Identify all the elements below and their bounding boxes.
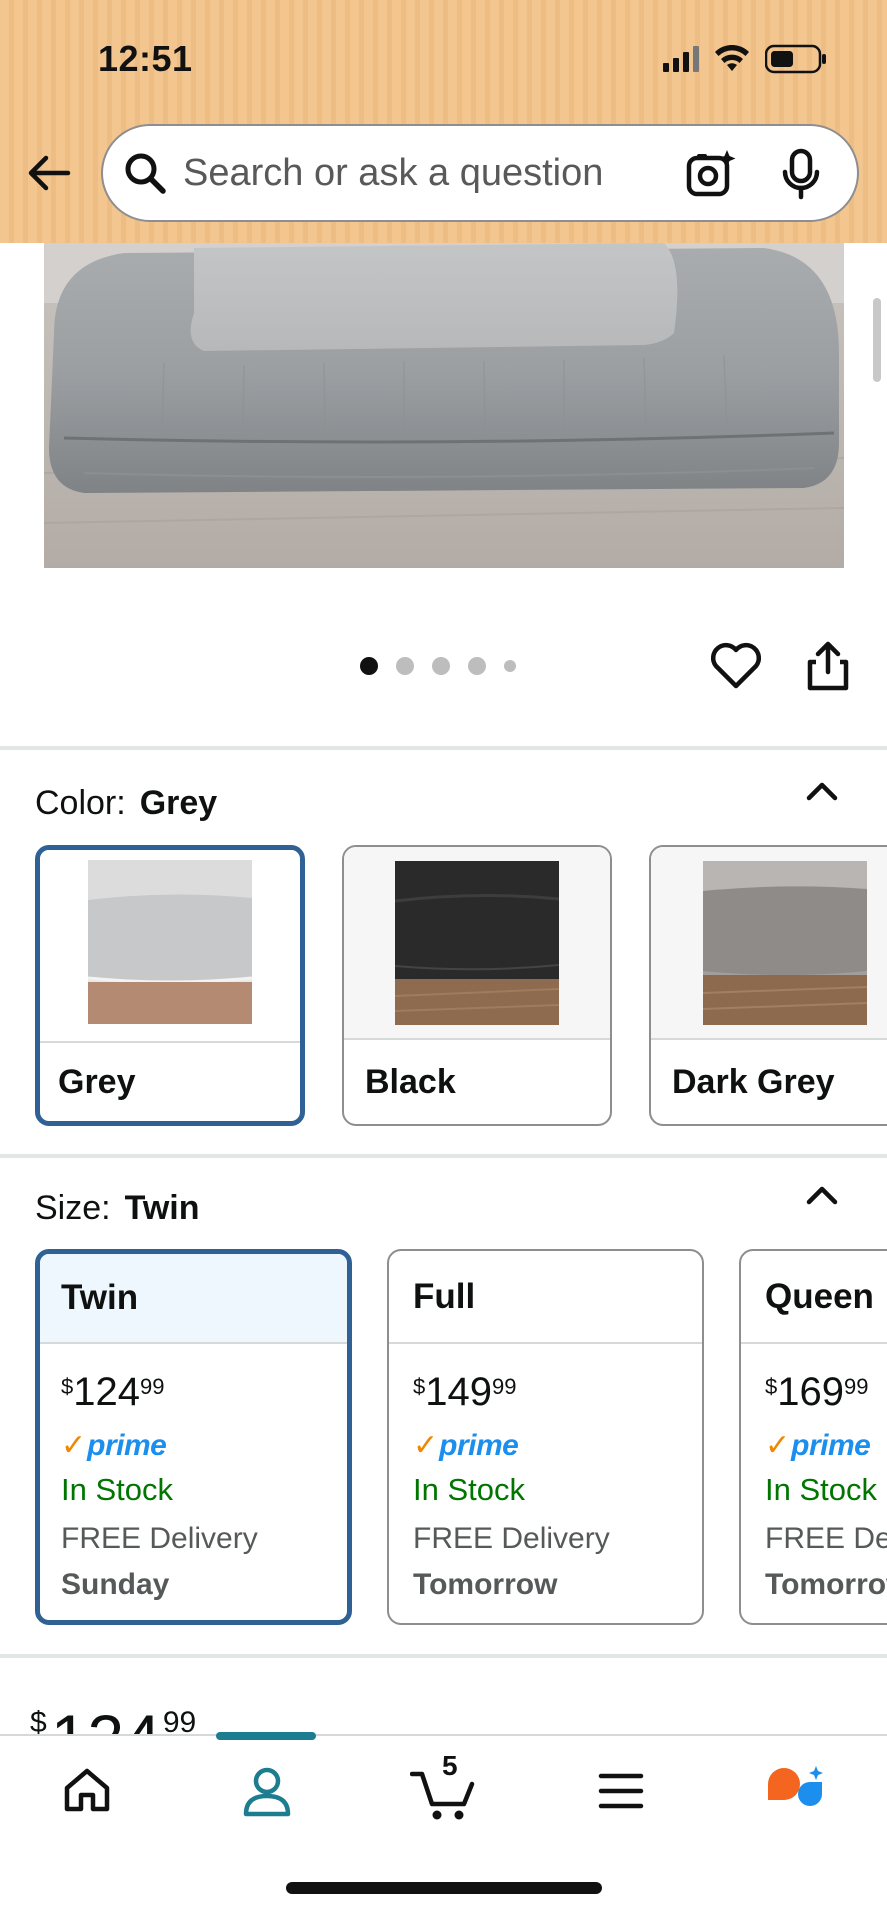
product-image[interactable] [44,243,844,568]
prime-badge: ✓ prime [61,1429,347,1462]
price-fraction: 99 [844,1374,869,1399]
prime-label: prime [87,1429,167,1462]
carousel-dot[interactable] [360,657,378,675]
swatch-thumbnail [703,861,867,1025]
header: 12:51 [0,0,887,243]
camera-lens-icon[interactable] [685,148,737,200]
prime-label: prime [439,1429,519,1462]
delivery-text: FREE Delivery [413,1522,610,1555]
carousel-dot[interactable] [504,660,516,672]
home-indicator[interactable] [286,1882,602,1894]
delivery-day: Tomorrow [765,1568,887,1601]
cart-button[interactable]: 5 [410,1750,480,1824]
price-whole: 124 [73,1370,140,1414]
swatch-thumbnail [88,860,252,1024]
size-option-price: $149 99 [413,1370,702,1420]
size-option-price: $124 99 [61,1370,347,1420]
price-currency: $ [413,1374,426,1399]
size-option-name: Full [389,1251,702,1344]
swatch-image-area [651,847,887,1040]
carousel-dot[interactable] [468,657,486,675]
stock-status: In Stock [765,1472,877,1507]
status-time: 12:51 [98,38,193,79]
swatch-image-area [344,847,610,1040]
search-bar[interactable] [101,124,859,222]
wifi-icon [715,45,749,71]
color-swatch-grey[interactable]: Grey [35,845,305,1126]
section-divider [0,1154,887,1158]
account-icon[interactable] [242,1766,292,1818]
selected-size-value: Twin [124,1189,200,1227]
size-option-name: Twin [40,1254,347,1344]
delivery-day: Sunday [61,1568,170,1601]
swatch-image-area [40,850,300,1043]
battery-icon [765,44,826,74]
size-option-name: Queen [741,1251,887,1344]
chevron-up-icon[interactable] [804,776,840,806]
swatch-label: Grey [58,1063,136,1101]
cart-count-badge: 5 [442,1750,458,1781]
back-arrow-icon[interactable] [24,148,74,198]
prime-check-icon: ✓ [413,1429,439,1462]
price-whole: 169 [777,1370,844,1414]
color-section-title: Color: Grey [35,784,217,823]
section-divider [0,746,887,750]
stock-status: In Stock [61,1472,173,1507]
swatch-thumbnail [395,861,559,1025]
price-currency: $ [765,1374,778,1399]
price-currency: $ [61,1374,74,1399]
price-whole: 149 [425,1370,492,1414]
scrollbar-thumb[interactable] [873,298,881,382]
size-option-queen[interactable]: Queen $16999 ✓prime In Stock FREE Delive… [739,1249,887,1625]
delivery-text: FREE Delivery [765,1522,887,1555]
section-divider [0,1654,887,1658]
prime-badge: ✓ prime [413,1429,702,1462]
color-swatch-black[interactable]: Black [342,845,612,1126]
color-label: Color: [35,784,126,822]
delivery-text: FREE Delivery [61,1522,258,1555]
price-fraction: 99 [140,1374,165,1399]
heart-icon[interactable] [710,642,762,690]
status-icons [663,44,827,74]
prime-check-icon: ✓ [61,1429,87,1462]
chevron-up-icon[interactable] [804,1180,840,1210]
delivery-day: Tomorrow [413,1568,558,1601]
product-photo [44,243,844,568]
rufus-assistant-icon[interactable] [764,1764,826,1818]
selected-color-value: Grey [139,784,218,822]
swatch-label: Black [365,1063,456,1101]
swatch-label: Dark Grey [672,1063,835,1101]
cellular-signal-icon [663,46,699,72]
size-section-title: Size: Twin [35,1189,200,1228]
carousel-dot[interactable] [432,657,450,675]
price-fraction: 99 [492,1374,517,1399]
prime-check-icon: ✓ [765,1429,791,1462]
size-option-twin[interactable]: Twin $124 99 ✓ prime In Stock FREE Deliver… [35,1249,352,1625]
color-swatch-dark-grey[interactable]: Dark Grey [649,845,887,1126]
search-input[interactable] [183,151,663,195]
microphone-icon[interactable] [779,148,823,200]
search-icon [125,153,166,194]
prime-badge: ✓ prime [765,1429,887,1462]
size-label: Size: [35,1189,111,1227]
menu-icon[interactable] [598,1772,644,1810]
carousel-dot[interactable] [396,657,414,675]
stock-status: In Stock [413,1472,525,1507]
size-option-price: $169 99 [765,1370,887,1420]
carousel-dots[interactable] [360,657,516,675]
active-tab-indicator [216,1732,316,1740]
share-icon[interactable] [806,640,850,692]
home-icon[interactable] [62,1766,112,1814]
size-option-full[interactable]: Full $149 99 ✓ prime In Stock FREE Deliver… [387,1249,704,1625]
prime-label: prime [791,1429,871,1462]
